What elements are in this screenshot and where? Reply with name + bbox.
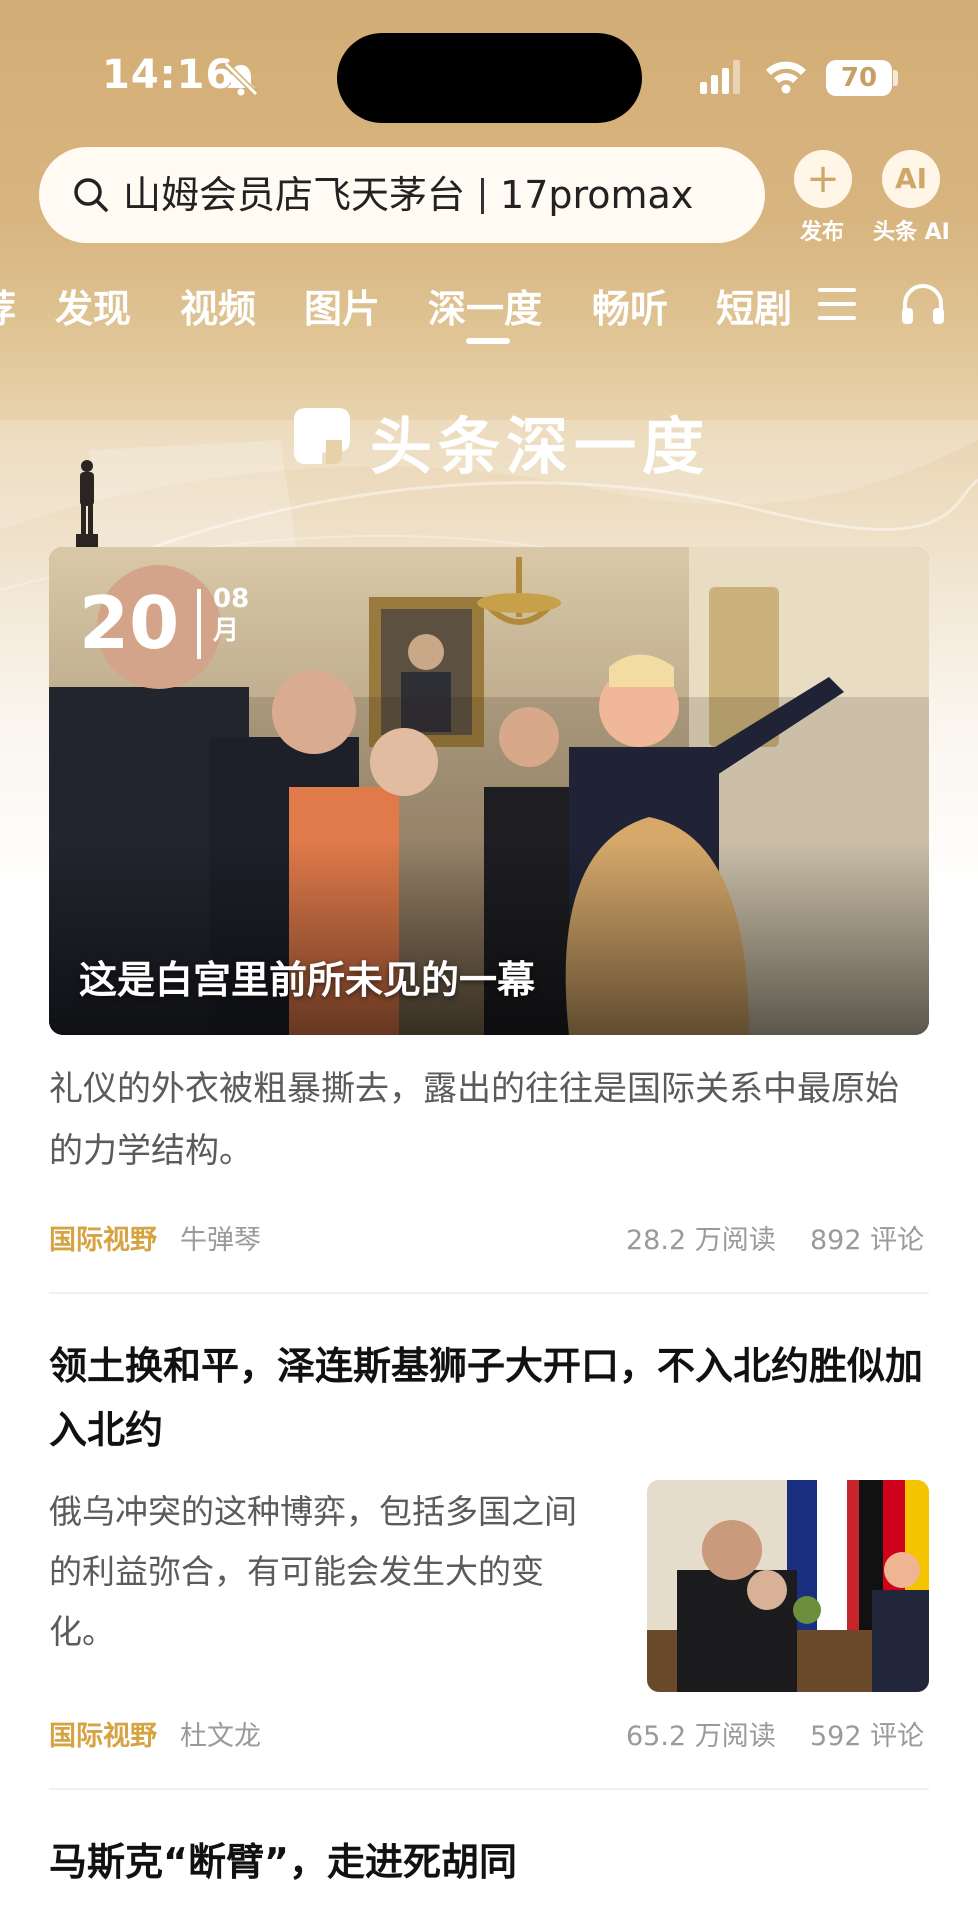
tab-images[interactable]: 图片 (304, 278, 380, 333)
toutiao-ai-button[interactable]: AI (882, 150, 940, 208)
feed-divider (49, 1292, 929, 1294)
article-1-reads: 28.2 万阅读 (626, 1225, 776, 1256)
search-separator (481, 177, 485, 214)
article-2-reads: 65.2 万阅读 (626, 1721, 776, 1752)
article-1-comments[interactable]: 892 评论 (810, 1218, 924, 1257)
tab-recommend[interactable]: 荐 (0, 278, 16, 333)
search-suggestion-1: 山姆会员店飞天茅台 (123, 173, 466, 217)
tab-short-drama[interactable]: 短剧 (716, 278, 792, 333)
plus-icon: + (806, 156, 840, 202)
article-3-title[interactable]: 马斯克“断臂”，走进死胡同 (49, 1830, 929, 1894)
article-2-summary[interactable]: 俄乌冲突的这种博弈，包括多国之间的利益弥合，有可能会发生大的变化。 (49, 1482, 589, 1662)
tab-video[interactable]: 视频 (180, 278, 256, 333)
ai-icon: AI (894, 162, 928, 195)
statue-silhouette (76, 460, 98, 548)
toutiao-ai-label: 头条 AI (873, 220, 950, 245)
search-suggestion-2: 17promax (500, 173, 694, 217)
cellular-signal-icon (700, 60, 740, 94)
article-2-author[interactable]: 杜文龙 (180, 1714, 261, 1753)
wifi-icon (766, 61, 806, 94)
status-bar: 14:16 70 (0, 0, 978, 150)
publish-label: 发布 (800, 220, 845, 245)
article-2-photo (647, 1480, 929, 1692)
banner-title: 头条深一度 (370, 410, 711, 483)
battery-level: 70 (840, 63, 878, 93)
article-2-comments[interactable]: 592 评论 (810, 1714, 924, 1753)
battery-indicator: 70 (826, 60, 892, 96)
active-tab-indicator (466, 338, 510, 344)
dynamic-island (337, 33, 642, 123)
silent-bell-icon (223, 61, 259, 97)
date-day: 20 (79, 581, 180, 665)
hero-title: 这是白宫里前所未见的一幕 (79, 958, 536, 1002)
date-month-number: 08 (213, 584, 250, 614)
status-time: 14:16 (102, 52, 235, 98)
article-2-thumbnail[interactable] (647, 1480, 929, 1692)
article-1-author[interactable]: 牛弹琴 (180, 1218, 261, 1257)
hero-card[interactable]: 20 08 月 这是白宫里前所未见的一幕 (49, 547, 929, 1035)
tab-deep-dive[interactable]: 深一度 (428, 278, 542, 333)
date-separator (197, 589, 201, 659)
headphones-icon[interactable] (900, 282, 946, 326)
search-bar[interactable]: 山姆会员店飞天茅台 17promax (39, 147, 765, 243)
article-2-category[interactable]: 国际视野 (49, 1714, 157, 1753)
tab-listen[interactable]: 畅听 (592, 278, 668, 333)
date-month: 08 月 (213, 583, 249, 647)
tab-discover[interactable]: 发现 (55, 278, 131, 333)
menu-icon[interactable] (818, 286, 856, 322)
date-month-unit: 月 (213, 616, 240, 646)
article-1-category[interactable]: 国际视野 (49, 1218, 157, 1257)
feed-divider (49, 1788, 929, 1790)
article-2-title[interactable]: 领土换和平，泽连斯基狮子大开口，不入北约胜似加入北约 (49, 1334, 929, 1462)
search-suggestion[interactable]: 山姆会员店飞天茅台 17promax (123, 169, 693, 221)
search-icon (74, 178, 108, 212)
battery-tip (893, 70, 898, 86)
deep-dive-logo-icon (294, 408, 350, 464)
publish-button[interactable]: + (794, 150, 852, 208)
article-1-summary[interactable]: 礼仪的外衣被粗暴撕去，露出的往往是国际关系中最原始的力学结构。 (49, 1058, 929, 1182)
